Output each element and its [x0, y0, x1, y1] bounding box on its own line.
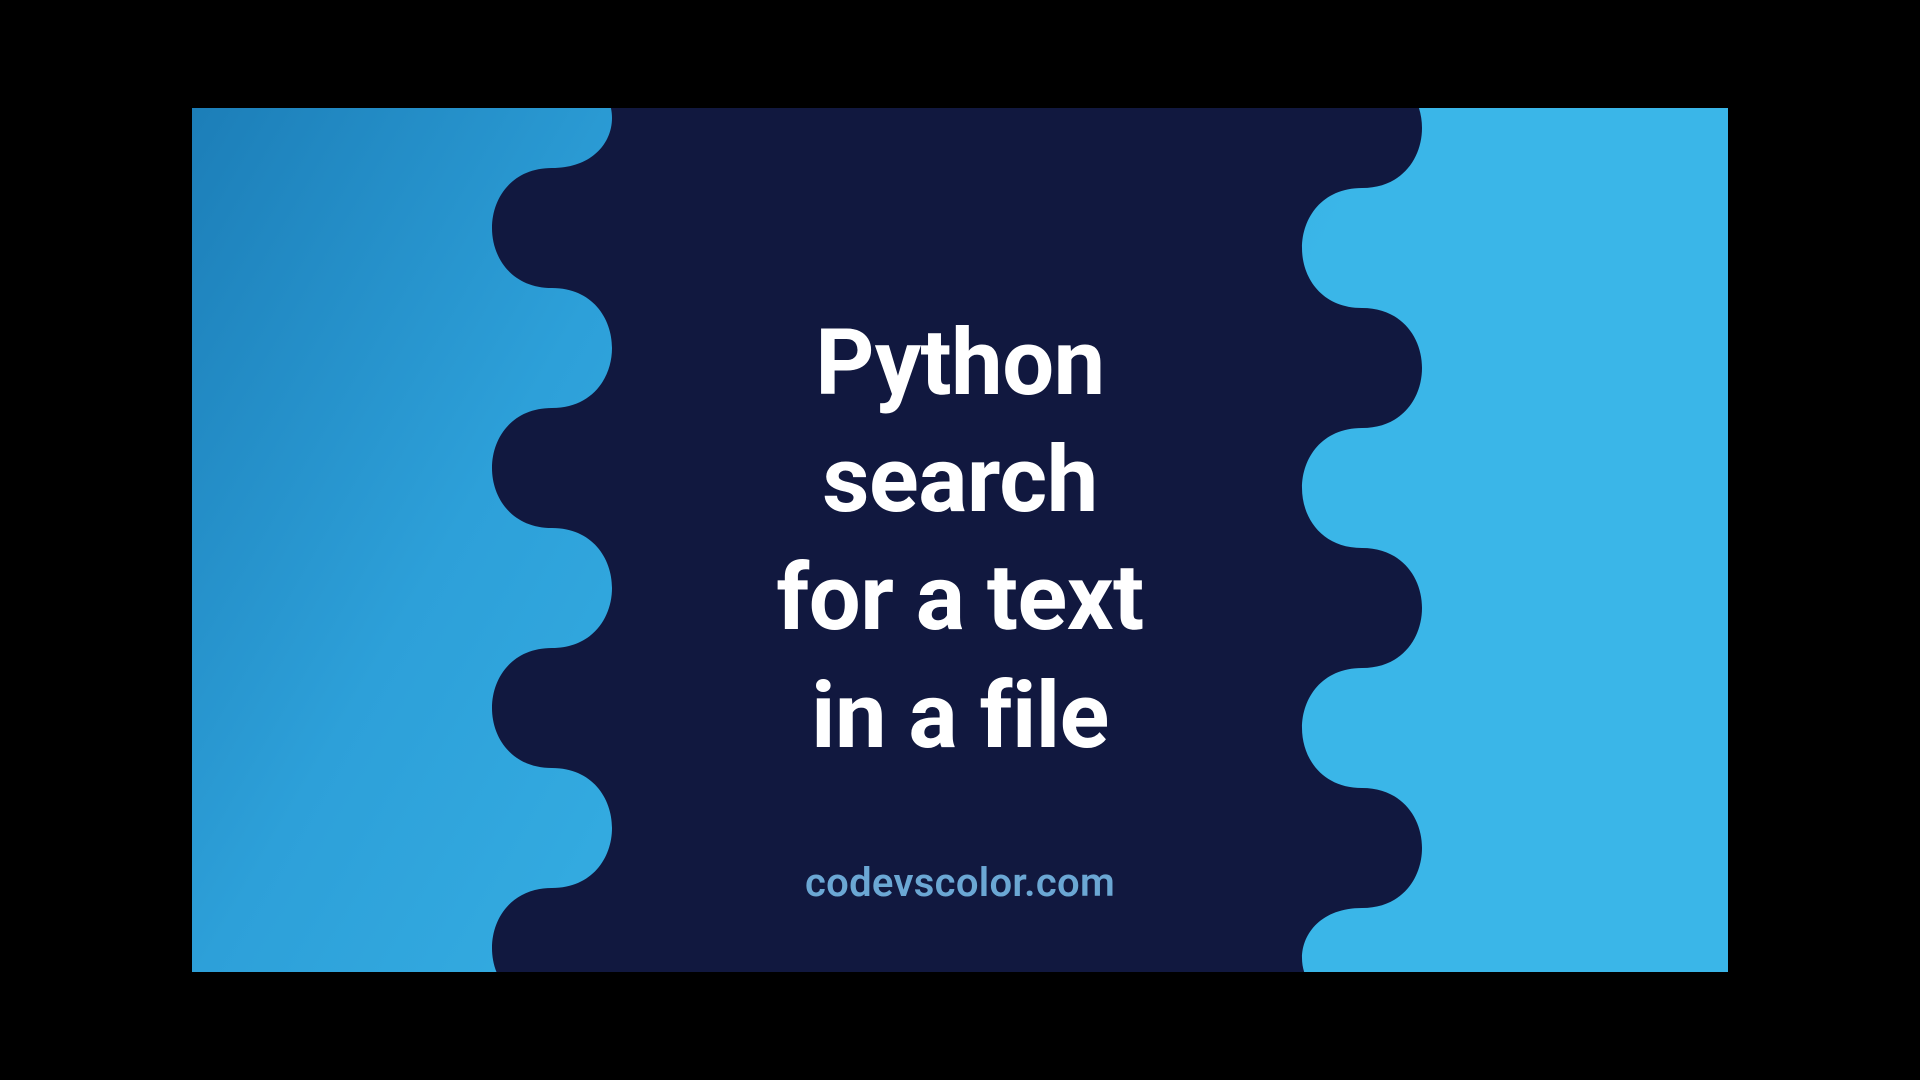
brand-label: codevscolor.com [192, 859, 1728, 906]
title-line-3: for a text [776, 545, 1143, 652]
title-line-4: in a file [811, 663, 1109, 770]
hero-title: Python search for a text in a file [776, 305, 1143, 776]
title-line-2: search [822, 427, 1097, 534]
title-line-1: Python [815, 310, 1104, 417]
hero-content: Python search for a text in a file [192, 108, 1728, 972]
hero-canvas: Python search for a text in a file codev… [192, 108, 1728, 972]
